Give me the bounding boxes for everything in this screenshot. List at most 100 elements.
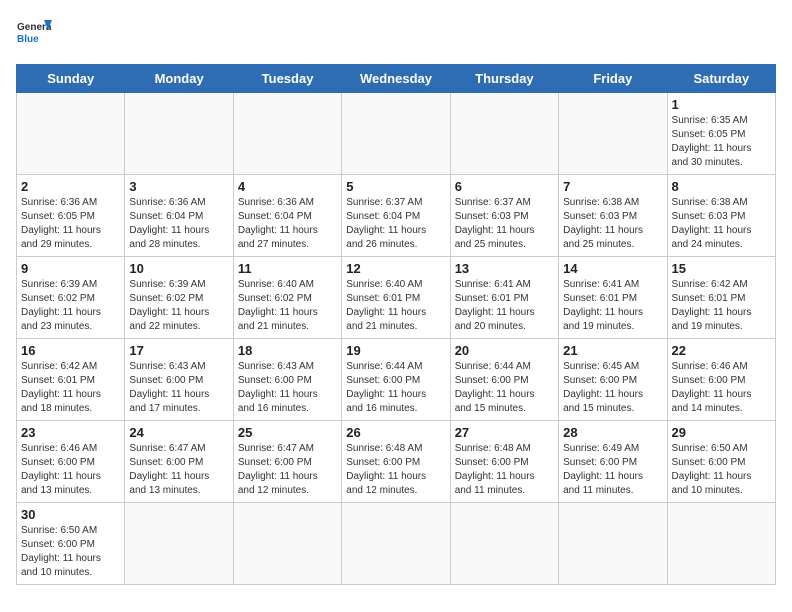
day-number: 25 [238, 425, 337, 440]
day-number: 7 [563, 179, 662, 194]
day-cell: 7 Sunrise: 6:38 AM Sunset: 6:03 PM Daylig… [559, 175, 667, 257]
week-row-3: 16 Sunrise: 6:42 AM Sunset: 6:01 PM Dayli… [17, 339, 776, 421]
day-number: 5 [346, 179, 445, 194]
day-info: Sunrise: 6:44 AM Sunset: 6:00 PM Dayligh… [346, 360, 445, 416]
day-cell: 30Sunrise: 6:50 AM Sunset: 6:00 PM Dayli… [17, 503, 125, 585]
day-cell [667, 503, 775, 585]
day-number: 27 [455, 425, 554, 440]
day-cell: 11 Sunrise: 6:40 AM Sunset: 6:02 PM Dayli… [233, 257, 341, 339]
day-number: 8 [672, 179, 771, 194]
page-header: General Blue [16, 16, 776, 52]
day-cell: 2 Sunrise: 6:36 AM Sunset: 6:05 PM Daylig… [17, 175, 125, 257]
day-number: 21 [563, 343, 662, 358]
day-number: 19 [346, 343, 445, 358]
day-cell: 23Sunrise: 6:46 AM Sunset: 6:00 PM Dayli… [17, 421, 125, 503]
day-cell: 13 Sunrise: 6:41 AM Sunset: 6:01 PM Dayli… [450, 257, 558, 339]
day-info: Sunrise: 6:40 AM Sunset: 6:01 PM Dayligh… [346, 278, 445, 334]
day-number: 1 [672, 97, 771, 112]
day-info: Sunrise: 6:37 AM Sunset: 6:04 PM Dayligh… [346, 196, 445, 252]
day-cell [17, 93, 125, 175]
day-info: Sunrise: 6:43 AM Sunset: 6:00 PM Dayligh… [238, 360, 337, 416]
day-info: Sunrise: 6:36 AM Sunset: 6:04 PM Dayligh… [238, 196, 337, 252]
day-cell: 16 Sunrise: 6:42 AM Sunset: 6:01 PM Dayli… [17, 339, 125, 421]
day-cell [125, 503, 233, 585]
day-info: Sunrise: 6:36 AM Sunset: 6:04 PM Dayligh… [129, 196, 228, 252]
day-info: Sunrise: 6:49 AM Sunset: 6:00 PM Dayligh… [563, 442, 662, 498]
day-number: 29 [672, 425, 771, 440]
day-cell: 6 Sunrise: 6:37 AM Sunset: 6:03 PM Daylig… [450, 175, 558, 257]
day-number: 11 [238, 261, 337, 276]
day-number: 6 [455, 179, 554, 194]
day-number: 10 [129, 261, 228, 276]
day-number: 15 [672, 261, 771, 276]
day-info: Sunrise: 6:40 AM Sunset: 6:02 PM Dayligh… [238, 278, 337, 334]
day-info: Sunrise: 6:39 AM Sunset: 6:02 PM Dayligh… [21, 278, 120, 334]
logo: General Blue [16, 16, 52, 52]
day-cell: 27 Sunrise: 6:48 AM Sunset: 6:00 PM Dayli… [450, 421, 558, 503]
day-number: 12 [346, 261, 445, 276]
day-cell [342, 503, 450, 585]
day-cell: 28 Sunrise: 6:49 AM Sunset: 6:00 PM Dayli… [559, 421, 667, 503]
day-number: 2 [21, 179, 120, 194]
day-cell: 24 Sunrise: 6:47 AM Sunset: 6:00 PM Dayli… [125, 421, 233, 503]
weekday-header-wednesday: Wednesday [342, 65, 450, 93]
day-info: Sunrise: 6:42 AM Sunset: 6:01 PM Dayligh… [672, 278, 771, 334]
day-number: 24 [129, 425, 228, 440]
day-cell [559, 93, 667, 175]
day-info: Sunrise: 6:36 AM Sunset: 6:05 PM Dayligh… [21, 196, 120, 252]
weekday-header-row: SundayMondayTuesdayWednesdayThursdayFrid… [17, 65, 776, 93]
calendar-table: SundayMondayTuesdayWednesdayThursdayFrid… [16, 64, 776, 585]
day-info: Sunrise: 6:44 AM Sunset: 6:00 PM Dayligh… [455, 360, 554, 416]
day-info: Sunrise: 6:47 AM Sunset: 6:00 PM Dayligh… [129, 442, 228, 498]
weekday-header-tuesday: Tuesday [233, 65, 341, 93]
day-cell: 8Sunrise: 6:38 AM Sunset: 6:03 PM Daylig… [667, 175, 775, 257]
day-info: Sunrise: 6:38 AM Sunset: 6:03 PM Dayligh… [563, 196, 662, 252]
day-info: Sunrise: 6:45 AM Sunset: 6:00 PM Dayligh… [563, 360, 662, 416]
day-number: 20 [455, 343, 554, 358]
day-info: Sunrise: 6:48 AM Sunset: 6:00 PM Dayligh… [455, 442, 554, 498]
day-cell: 22 Sunrise: 6:46 AM Sunset: 6:00 PM Dayli… [667, 339, 775, 421]
day-cell: 26 Sunrise: 6:48 AM Sunset: 6:00 PM Dayli… [342, 421, 450, 503]
day-number: 16 [21, 343, 120, 358]
week-row-2: 9 Sunrise: 6:39 AM Sunset: 6:02 PM Daylig… [17, 257, 776, 339]
day-number: 4 [238, 179, 337, 194]
day-cell: 18 Sunrise: 6:43 AM Sunset: 6:00 PM Dayli… [233, 339, 341, 421]
day-cell [559, 503, 667, 585]
day-number: 18 [238, 343, 337, 358]
day-cell: 10 Sunrise: 6:39 AM Sunset: 6:02 PM Dayli… [125, 257, 233, 339]
day-cell: 20 Sunrise: 6:44 AM Sunset: 6:00 PM Dayli… [450, 339, 558, 421]
week-row-0: 1Sunrise: 6:35 AM Sunset: 6:05 PM Daylig… [17, 93, 776, 175]
week-row-5: 30Sunrise: 6:50 AM Sunset: 6:00 PM Dayli… [17, 503, 776, 585]
logo-svg: General Blue [16, 16, 52, 52]
svg-text:Blue: Blue [17, 34, 39, 45]
day-cell [233, 503, 341, 585]
day-cell [342, 93, 450, 175]
day-number: 30 [21, 507, 120, 522]
day-number: 22 [672, 343, 771, 358]
day-cell: 15 Sunrise: 6:42 AM Sunset: 6:01 PM Dayli… [667, 257, 775, 339]
day-cell: 3Sunrise: 6:36 AM Sunset: 6:04 PM Daylig… [125, 175, 233, 257]
day-cell: 4 Sunrise: 6:36 AM Sunset: 6:04 PM Daylig… [233, 175, 341, 257]
day-cell: 9 Sunrise: 6:39 AM Sunset: 6:02 PM Daylig… [17, 257, 125, 339]
day-number: 28 [563, 425, 662, 440]
day-number: 17 [129, 343, 228, 358]
day-number: 13 [455, 261, 554, 276]
weekday-header-monday: Monday [125, 65, 233, 93]
week-row-1: 2 Sunrise: 6:36 AM Sunset: 6:05 PM Daylig… [17, 175, 776, 257]
day-info: Sunrise: 6:41 AM Sunset: 6:01 PM Dayligh… [563, 278, 662, 334]
weekday-header-thursday: Thursday [450, 65, 558, 93]
day-info: Sunrise: 6:41 AM Sunset: 6:01 PM Dayligh… [455, 278, 554, 334]
day-info: Sunrise: 6:42 AM Sunset: 6:01 PM Dayligh… [21, 360, 120, 416]
day-info: Sunrise: 6:39 AM Sunset: 6:02 PM Dayligh… [129, 278, 228, 334]
day-number: 9 [21, 261, 120, 276]
day-cell: 12 Sunrise: 6:40 AM Sunset: 6:01 PM Dayli… [342, 257, 450, 339]
day-info: Sunrise: 6:46 AM Sunset: 6:00 PM Dayligh… [672, 360, 771, 416]
day-number: 14 [563, 261, 662, 276]
weekday-header-saturday: Saturday [667, 65, 775, 93]
day-info: Sunrise: 6:50 AM Sunset: 6:00 PM Dayligh… [672, 442, 771, 498]
day-number: 26 [346, 425, 445, 440]
day-info: Sunrise: 6:37 AM Sunset: 6:03 PM Dayligh… [455, 196, 554, 252]
weekday-header-friday: Friday [559, 65, 667, 93]
day-cell: 19 Sunrise: 6:44 AM Sunset: 6:00 PM Dayli… [342, 339, 450, 421]
day-info: Sunrise: 6:48 AM Sunset: 6:00 PM Dayligh… [346, 442, 445, 498]
